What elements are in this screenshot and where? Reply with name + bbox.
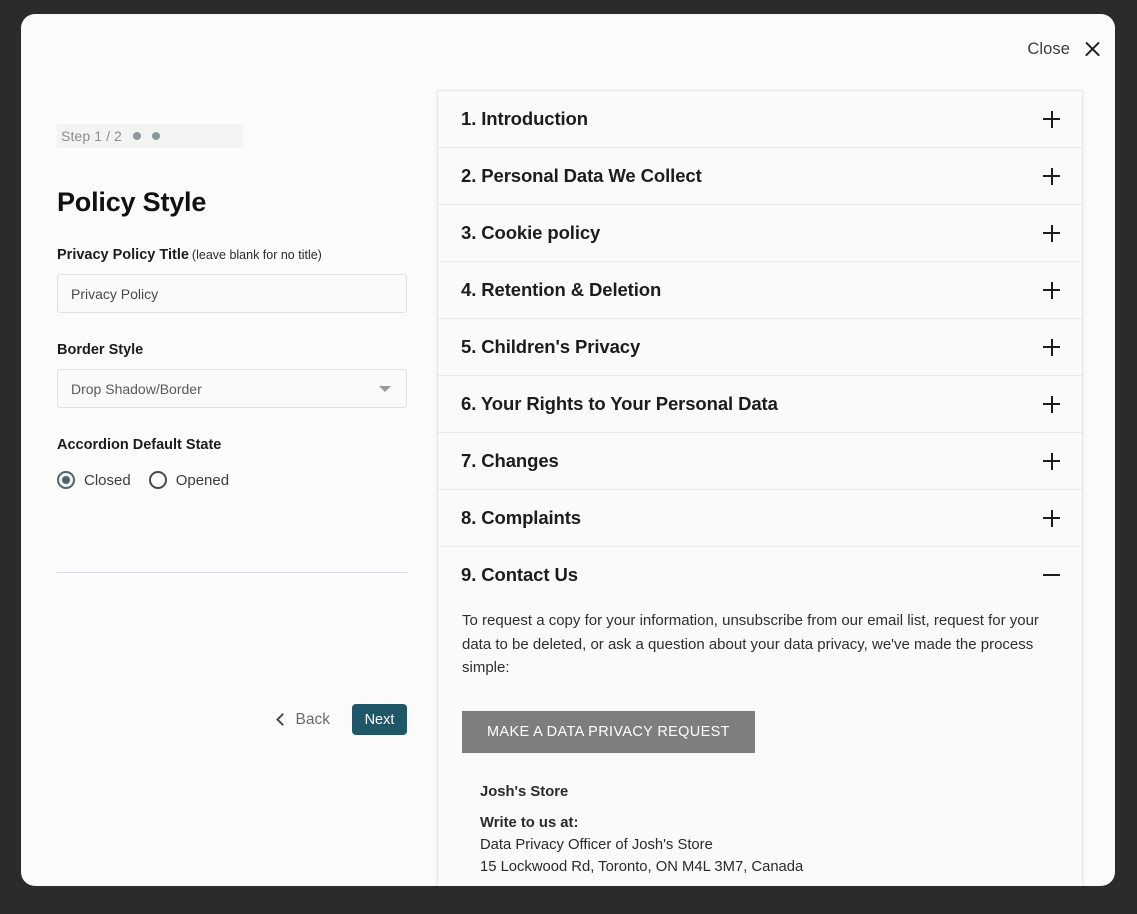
accordion-header-2[interactable]: 2. Personal Data We Collect [438, 148, 1082, 204]
minus-icon[interactable] [1043, 567, 1060, 584]
plus-icon[interactable] [1043, 510, 1060, 527]
accordion-header-7[interactable]: 7. Changes [438, 433, 1082, 489]
accordion-title-6: 6. Your Rights to Your Personal Data [461, 393, 778, 415]
wizard-left-pane: Step 1 / 2 Policy Style Privacy Policy T… [57, 124, 447, 489]
radio-opened-label: Opened [176, 472, 229, 489]
accordion-body-9: To request a copy for your information, … [438, 603, 1082, 886]
radio-closed-icon[interactable] [57, 471, 75, 489]
accordion-item-7: 7. Changes [438, 433, 1082, 490]
privacy-policy-wizard-modal: Close Step 1 / 2 Policy Style Privacy Po… [21, 14, 1115, 886]
write-to-us-label: Write to us at: [480, 813, 1060, 835]
wizard-nav: Back Next [57, 704, 407, 735]
plus-icon[interactable] [1043, 453, 1060, 470]
plus-icon[interactable] [1043, 111, 1060, 128]
accordion-default-state-radio-group: Closed Opened [57, 471, 447, 489]
accordion-item-6: 6. Your Rights to Your Personal Data [438, 376, 1082, 433]
accordion-title-7: 7. Changes [461, 450, 559, 472]
chevron-left-icon [276, 713, 289, 726]
accordion-title-5: 5. Children's Privacy [461, 336, 640, 358]
border-style-select[interactable]: Drop Shadow/Border [57, 369, 407, 408]
next-button[interactable]: Next [352, 704, 407, 735]
step-indicator: Step 1 / 2 [57, 124, 243, 148]
address-line-1: Data Privacy Officer of Josh's Store [480, 835, 1060, 857]
address-line-2: 15 Lockwood Rd, Toronto, ON M4L 3M7, Can… [480, 857, 1060, 879]
plus-icon[interactable] [1043, 339, 1060, 356]
accordion-item-4: 4. Retention & Deletion [438, 262, 1082, 319]
border-style-label: Border Style [57, 342, 447, 358]
policy-preview-accordion: 1. Introduction 2. Personal Data We Coll… [437, 90, 1083, 886]
accordion-default-state-label: Accordion Default State [57, 437, 447, 453]
accordion-title-1: 1. Introduction [461, 108, 588, 130]
privacy-policy-title-input[interactable]: Privacy Policy [57, 274, 407, 313]
close-button[interactable]: Close [1027, 40, 1102, 59]
plus-icon[interactable] [1043, 396, 1060, 413]
radio-closed-label: Closed [84, 472, 131, 489]
radio-option-closed[interactable]: Closed [57, 471, 131, 489]
plus-icon[interactable] [1043, 168, 1060, 185]
accordion-header-3[interactable]: 3. Cookie policy [438, 205, 1082, 261]
accordion-item-9: 9. Contact Us To request a copy for your… [438, 547, 1082, 886]
accordion-item-5: 5. Children's Privacy [438, 319, 1082, 376]
store-name: Josh's Store [480, 782, 1060, 804]
step-dot-1 [133, 132, 141, 140]
plus-icon[interactable] [1043, 225, 1060, 242]
accordion-title-4: 4. Retention & Deletion [461, 279, 661, 301]
privacy-policy-title-label: Privacy Policy Title(leave blank for no … [57, 247, 447, 263]
make-data-privacy-request-button[interactable]: MAKE A DATA PRIVACY REQUEST [462, 711, 755, 753]
left-pane-divider [57, 572, 407, 573]
accordion-header-9[interactable]: 9. Contact Us [438, 547, 1082, 603]
accordion-item-1: 1. Introduction [438, 91, 1082, 148]
accordion-item-8: 8. Complaints [438, 490, 1082, 547]
close-label: Close [1027, 40, 1070, 59]
plus-icon[interactable] [1043, 282, 1060, 299]
accordion-title-9: 9. Contact Us [461, 564, 578, 586]
accordion-header-6[interactable]: 6. Your Rights to Your Personal Data [438, 376, 1082, 432]
step-dots [133, 132, 160, 140]
page-title: Policy Style [57, 187, 447, 218]
accordion-header-8[interactable]: 8. Complaints [438, 490, 1082, 546]
chevron-down-icon[interactable] [379, 386, 391, 392]
accordion-item-3: 3. Cookie policy [438, 205, 1082, 262]
accordion-header-4[interactable]: 4. Retention & Deletion [438, 262, 1082, 318]
step-dot-2 [152, 132, 160, 140]
radio-opened-icon[interactable] [149, 471, 167, 489]
radio-closed-dot [62, 476, 70, 484]
radio-option-opened[interactable]: Opened [149, 471, 229, 489]
back-label: Back [296, 711, 330, 729]
privacy-policy-title-label-text: Privacy Policy Title [57, 247, 189, 263]
step-label: Step 1 / 2 [61, 128, 122, 144]
accordion-title-2: 2. Personal Data We Collect [461, 165, 702, 187]
close-icon[interactable] [1083, 40, 1102, 59]
accordion-item-2: 2. Personal Data We Collect [438, 148, 1082, 205]
contact-details: Josh's Store Write to us at: Data Privac… [462, 782, 1060, 879]
privacy-policy-title-value: Privacy Policy [71, 286, 158, 302]
app-background: Close Step 1 / 2 Policy Style Privacy Po… [0, 0, 1137, 914]
accordion-title-8: 8. Complaints [461, 507, 581, 529]
accordion-title-3: 3. Cookie policy [461, 222, 600, 244]
privacy-policy-title-hint: (leave blank for no title) [192, 248, 322, 262]
accordion-header-5[interactable]: 5. Children's Privacy [438, 319, 1082, 375]
border-style-value: Drop Shadow/Border [71, 381, 202, 397]
accordion-header-1[interactable]: 1. Introduction [438, 91, 1082, 147]
back-button[interactable]: Back [278, 711, 330, 729]
contact-paragraph: To request a copy for your information, … [462, 609, 1060, 680]
